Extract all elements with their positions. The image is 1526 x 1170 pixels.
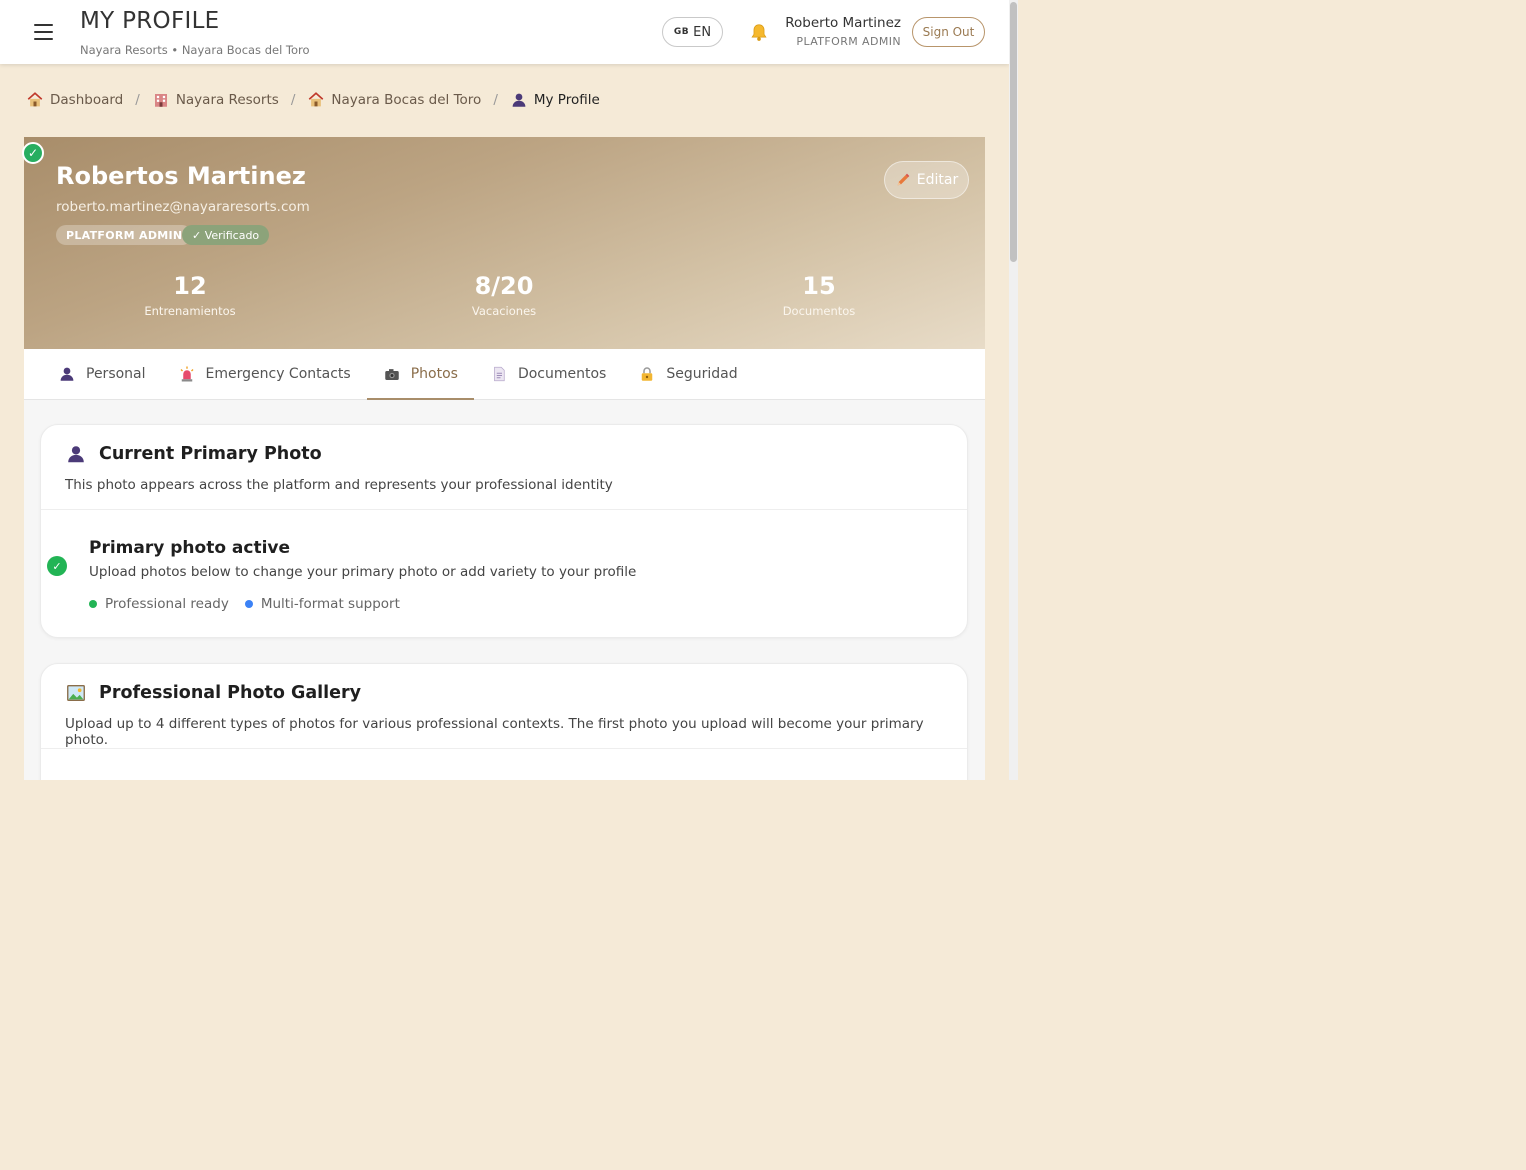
breadcrumb-nayara-bocas[interactable]: Nayara Bocas del Toro <box>307 91 481 109</box>
stat-documents: 15 Documentos <box>782 272 856 318</box>
feature-item: Professional ready <box>89 596 229 612</box>
breadcrumb-nayara-resorts[interactable]: Nayara Resorts <box>152 91 279 109</box>
profile-email: roberto.martinez@nayararesorts.com <box>56 199 310 215</box>
primary-photo-description: This photo appears across the platform a… <box>65 477 613 493</box>
sign-out-button[interactable]: Sign Out <box>912 17 985 47</box>
feature-item: Multi-format support <box>244 596 400 612</box>
primary-photo-card: Current Primary Photo This photo appears… <box>40 424 968 638</box>
language-code: EN <box>693 24 712 40</box>
status-description: Upload photos below to change your prima… <box>89 564 637 580</box>
green-dot-icon <box>89 600 97 608</box>
check-icon: ✓ <box>47 556 67 576</box>
breadcrumb-my-profile: My Profile <box>510 91 600 109</box>
tab-photos[interactable]: Photos <box>366 349 475 400</box>
breadcrumb-dashboard[interactable]: Dashboard <box>26 91 123 109</box>
photo-gallery-title: Professional Photo Gallery <box>99 683 362 703</box>
profile-name: Robertos Martinez <box>56 162 306 190</box>
app: MY PROFILE Nayara Resorts • Nayara Bocas… <box>0 0 1009 780</box>
page-subtitle: Nayara Resorts • Nayara Bocas del Toro <box>80 43 310 57</box>
house-icon <box>27 92 43 107</box>
top-header: MY PROFILE Nayara Resorts • Nayara Bocas… <box>0 0 1009 64</box>
lock-icon <box>642 367 653 381</box>
siren-icon <box>180 366 193 382</box>
viewport: MY PROFILE Nayara Resorts • Nayara Bocas… <box>0 0 1018 780</box>
user-name: Roberto Martinez <box>785 15 901 31</box>
bell-icon[interactable] <box>748 22 770 44</box>
person-icon <box>512 93 526 107</box>
blue-dot-icon <box>244 600 253 608</box>
photos-tab-content: Current Primary Photo This photo appears… <box>24 400 985 780</box>
breadcrumb-separator: / <box>135 92 140 108</box>
status-title: Primary photo active <box>89 538 291 558</box>
pencil-icon <box>897 173 910 186</box>
photo-gallery-card: Professional Photo Gallery Upload up to … <box>40 663 968 780</box>
feature-list: Professional ready Multi-format support <box>89 596 400 612</box>
user-role: PLATFORM ADMIN <box>796 35 901 48</box>
verified-check-icon: ✓ <box>22 142 44 164</box>
stat-trainings: 12 Entrenamientos <box>144 272 236 318</box>
primary-photo-title: Current Primary Photo <box>99 444 322 464</box>
menu-icon[interactable] <box>34 24 53 40</box>
page-title: MY PROFILE <box>80 8 220 34</box>
tab-documentos[interactable]: Documentos <box>474 349 622 399</box>
verified-badge: ✓ Verificado <box>182 225 270 245</box>
picture-icon <box>67 684 85 702</box>
photo-gallery-description: Upload up to 4 different types of photos… <box>65 716 924 748</box>
breadcrumb-separator: / <box>493 92 498 108</box>
photo-gallery-header: Professional Photo Gallery Upload up to … <box>41 664 967 749</box>
profile-tabs: Personal Emergency Contacts Photos Docum… <box>24 349 985 400</box>
person-icon <box>60 367 74 381</box>
person-icon <box>68 446 84 463</box>
house-icon <box>309 92 324 107</box>
tab-emergency-contacts[interactable]: Emergency Contacts <box>162 349 367 399</box>
tab-seguridad[interactable]: Seguridad <box>622 349 753 399</box>
primary-photo-status: ✓ Primary photo active Upload photos bel… <box>41 510 967 638</box>
camera-icon <box>384 369 399 380</box>
edit-profile-button[interactable]: Editar <box>884 161 969 199</box>
scrollbar-thumb[interactable] <box>1010 2 1017 262</box>
profile-hero: ✓ Robertos Martinez roberto.martinez@nay… <box>22 137 985 349</box>
document-icon <box>494 366 505 382</box>
tab-personal[interactable]: Personal <box>42 349 162 399</box>
language-selector[interactable]: GB EN <box>662 17 723 47</box>
primary-photo-header: Current Primary Photo This photo appears… <box>41 425 967 510</box>
breadcrumb: Dashboard / Nayara Resorts / Nayara Boca… <box>26 91 600 109</box>
role-badge: PLATFORM ADMIN <box>56 225 193 245</box>
flag-icon: GB <box>673 27 690 37</box>
hotel-icon <box>154 94 167 107</box>
vertical-scrollbar[interactable] <box>1009 0 1018 780</box>
breadcrumb-separator: / <box>290 92 296 108</box>
stat-vacations: 8/20 Vacaciones <box>471 272 537 318</box>
